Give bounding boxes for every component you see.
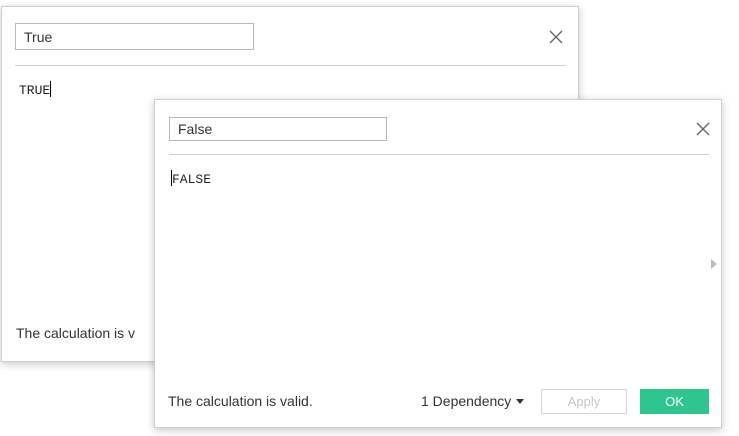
header-divider <box>15 65 566 66</box>
calc-dialog-false: FALSE The calculation is valid. 1 Depend… <box>154 99 722 428</box>
ok-button[interactable]: OK <box>640 389 709 414</box>
header-divider <box>169 154 709 155</box>
close-icon <box>696 122 710 136</box>
formula-text: FALSE <box>172 172 212 187</box>
dependency-dropdown[interactable]: 1 Dependency <box>421 393 525 409</box>
apply-button[interactable]: Apply <box>541 389 627 414</box>
dependency-label: 1 Dependency <box>421 393 512 409</box>
close-icon <box>549 30 563 44</box>
formula-editor[interactable]: FALSE <box>171 170 211 187</box>
calc-name-input[interactable] <box>169 117 387 141</box>
scroll-right-arrow-icon[interactable] <box>711 259 717 269</box>
calc-name-input[interactable] <box>15 23 254 50</box>
formula-text: TRUE <box>19 83 51 98</box>
text-caret <box>50 81 52 97</box>
close-button[interactable] <box>546 27 566 47</box>
formula-editor[interactable]: TRUE <box>19 81 52 98</box>
validation-status: The calculation is valid. <box>168 393 313 409</box>
close-button[interactable] <box>693 119 713 139</box>
validation-status: The calculation is v <box>16 325 136 341</box>
chevron-down-icon <box>516 399 525 404</box>
